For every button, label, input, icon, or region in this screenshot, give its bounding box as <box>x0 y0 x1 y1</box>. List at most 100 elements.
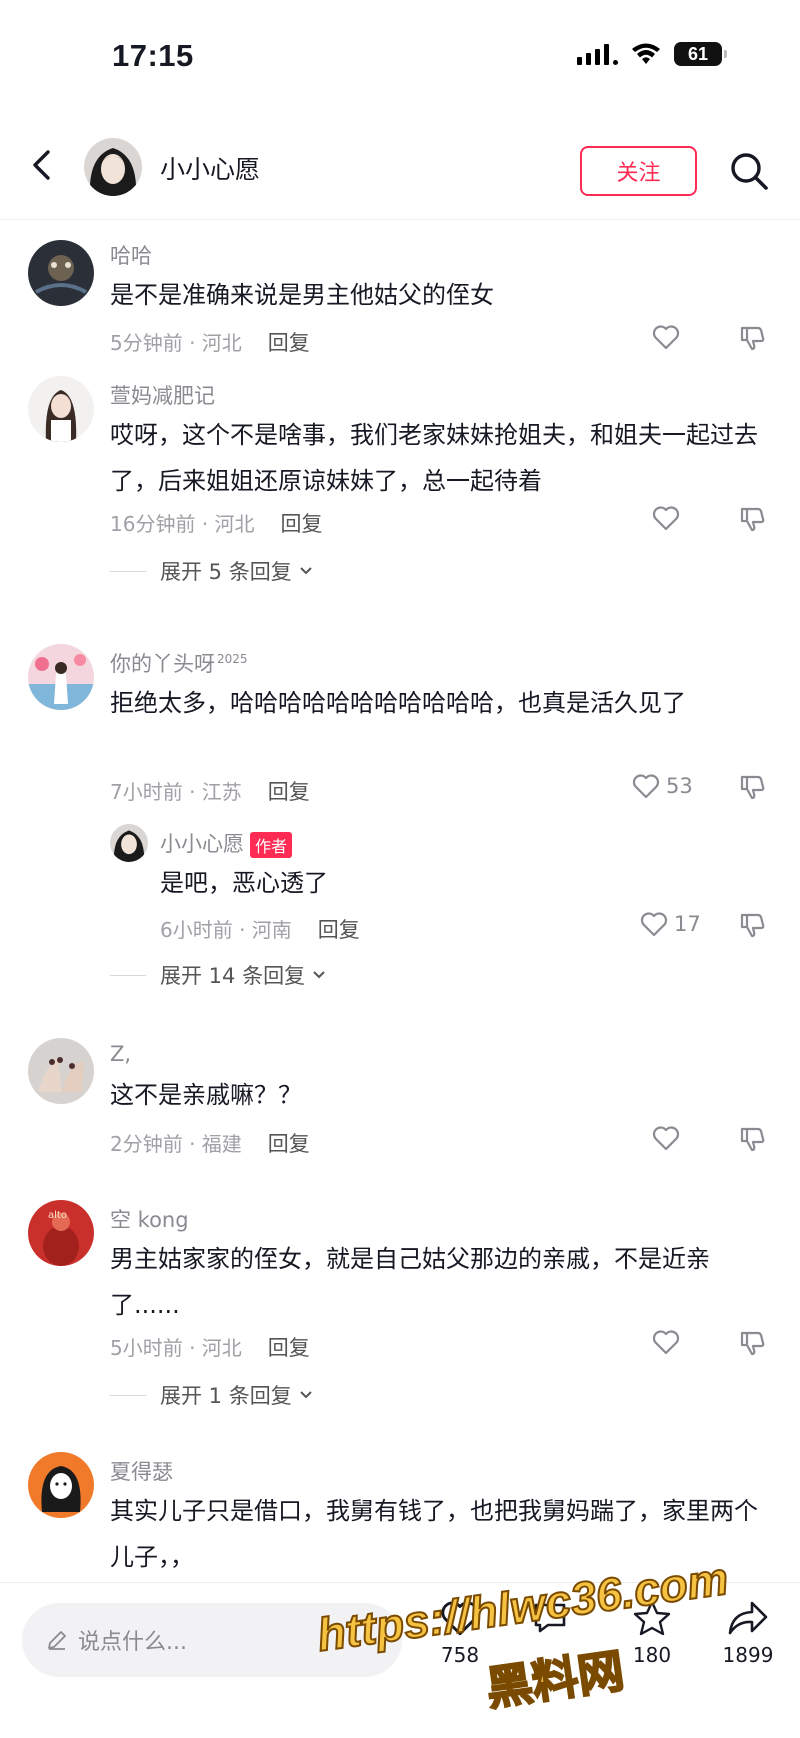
comment-action[interactable] <box>510 1599 590 1643</box>
comment-time: 5分钟前 · 河北 <box>110 331 242 355</box>
comment-username[interactable]: 夏得瑟 <box>110 1456 173 1486</box>
dislike-button[interactable] <box>738 1329 766 1357</box>
chevron-down-icon <box>300 567 312 575</box>
comment-item: 哈哈 是不是准确来说是男主他姑父的侄女 5分钟前 · 河北 回复 <box>0 220 800 355</box>
like-button[interactable] <box>652 324 680 350</box>
comment-input-placeholder: 说点什么... <box>78 1630 187 1655</box>
dislike-button[interactable] <box>738 324 766 352</box>
comment-text: 其实儿子只是借口，我舅有钱了，也把我舅妈踹了，家里两个儿子，， <box>110 1497 758 1571</box>
reply-button[interactable]: 回复 <box>318 918 360 942</box>
star-icon <box>633 1600 671 1636</box>
comment-username[interactable]: 萱妈减肥记 <box>110 380 215 410</box>
comment-item: Z, 这不是亲戚嘛？？ 2分钟前 · 福建 回复 <box>0 1038 800 1198</box>
avatar[interactable] <box>28 240 94 306</box>
avatar[interactable] <box>28 376 94 442</box>
comment-item: 萱妈减肥记 哎呀，这个不是啥事，我们老家妹妹抢姐夫，和姐夫一起过去了，后来姐姐还… <box>0 370 800 610</box>
battery-icon: 61 <box>674 42 727 66</box>
signal-icon <box>577 43 618 65</box>
comment-username[interactable]: 你的丫头呀 2025 <box>110 648 248 678</box>
like-button[interactable] <box>652 505 680 531</box>
reply-button[interactable]: 回复 <box>268 1132 310 1156</box>
expand-label: 展开 5 条回复 <box>160 560 292 584</box>
comment-input[interactable]: 说点什么... <box>22 1603 402 1677</box>
comment-meta: 16分钟前 · 河北 回复 <box>110 508 323 538</box>
heart-icon <box>652 325 680 350</box>
reply-button[interactable]: 回复 <box>268 1336 310 1360</box>
page-title[interactable]: 小小心愿 <box>160 150 260 186</box>
heart-icon <box>441 1601 479 1636</box>
comment-meta: 7小时前 · 江苏 回复 <box>110 776 310 806</box>
comment-text: 是不是准确来说是男主他姑父的侄女 <box>110 281 494 309</box>
comment-meta: 5分钟前 · 河北 回复 <box>110 327 310 357</box>
comment-item: 你的丫头呀 2025 拒绝太多，哈哈哈哈哈哈哈哈哈哈哈，也真是活久见了 7小时前 … <box>0 640 800 988</box>
share-count: 1899 <box>722 1643 774 1667</box>
like-button[interactable] <box>652 1329 680 1355</box>
reply-button[interactable]: 回复 <box>268 331 310 355</box>
reply-meta: 6小时前 · 河南 回复 <box>160 914 360 944</box>
expand-replies[interactable]: 展开 1 条回复 <box>110 1380 314 1410</box>
like-action[interactable]: 758 <box>420 1599 500 1667</box>
thumbs-down-icon <box>740 913 765 938</box>
reply-text: 是吧，恶心透了 <box>160 869 328 897</box>
avatar[interactable] <box>28 1038 94 1104</box>
comment-text: 男主姑家家的侄女，就是自己姑父那边的亲戚，不是近亲了...... <box>110 1245 710 1319</box>
status-icons: 61 <box>577 42 727 66</box>
like-count: 53 <box>666 774 693 798</box>
back-icon[interactable] <box>26 148 60 182</box>
status-time: 17:15 <box>112 38 194 73</box>
comment-time: 16分钟前 · 河北 <box>110 512 255 536</box>
like-count: 17 <box>674 912 701 936</box>
thumbs-down-icon <box>740 1127 765 1152</box>
comment-username[interactable]: 哈哈 <box>110 240 152 270</box>
favorite-count: 180 <box>632 1643 672 1667</box>
wifi-icon <box>632 43 660 64</box>
search-icon[interactable] <box>728 150 770 192</box>
svg-text:alto: alto <box>48 1210 67 1221</box>
comment-item: alto 空 kong 男主姑家家的侄女，就是自己姑父那边的亲戚，不是近亲了..… <box>0 1200 800 1440</box>
like-count: 758 <box>440 1643 480 1667</box>
share-icon <box>728 1601 768 1635</box>
comment-time: 5小时前 · 河北 <box>110 1336 242 1360</box>
dislike-button[interactable] <box>738 505 766 533</box>
comment-meta: 5小时前 · 河北 回复 <box>110 1332 310 1362</box>
comment-username[interactable]: Z, <box>110 1042 131 1066</box>
chevron-down-icon <box>313 971 325 979</box>
reply-time: 6小时前 · 河南 <box>160 918 292 942</box>
comment-item: 夏得瑟 其实儿子只是借口，我舅有钱了，也把我舅妈踹了，家里两个儿子，， <box>0 1452 800 1592</box>
comment-icon <box>534 1603 566 1633</box>
comment-meta: 2分钟前 · 福建 回复 <box>110 1128 310 1158</box>
reply-button[interactable]: 回复 <box>281 512 323 536</box>
expand-replies[interactable]: 展开 5 条回复 <box>110 556 314 586</box>
comment-username[interactable]: 空 kong <box>110 1204 189 1234</box>
avatar[interactable] <box>28 644 94 710</box>
like-button[interactable]: 53 <box>632 773 693 799</box>
battery-level: 61 <box>687 43 709 64</box>
bottom-bar: 说点什么... 758 180 1899 <box>0 1582 800 1738</box>
expand-label: 展开 1 条回复 <box>160 1384 292 1408</box>
follow-button[interactable]: 关注 <box>580 146 697 196</box>
share-action[interactable]: 1899 <box>708 1599 788 1667</box>
like-button[interactable]: 17 <box>640 911 701 937</box>
pencil-icon <box>48 1631 66 1650</box>
thumbs-down-icon <box>740 1331 765 1356</box>
avatar[interactable] <box>110 824 148 862</box>
expand-label: 展开 14 条回复 <box>160 964 306 988</box>
comment-username-text: 你的丫头呀 <box>110 652 215 676</box>
chevron-down-icon <box>300 1391 312 1399</box>
reply-button[interactable]: 回复 <box>268 780 310 804</box>
thumbs-down-icon <box>740 507 765 532</box>
avatar[interactable] <box>84 138 142 196</box>
favorite-action[interactable]: 180 <box>612 1599 692 1667</box>
thumbs-down-icon <box>740 775 765 800</box>
dislike-button[interactable] <box>738 1125 766 1153</box>
expand-replies[interactable]: 展开 14 条回复 <box>110 960 327 990</box>
header: 小小心愿 关注 <box>0 110 800 220</box>
avatar[interactable] <box>28 1452 94 1518</box>
comment-text: 这不是亲戚嘛？？ <box>110 1081 302 1109</box>
like-button[interactable] <box>652 1125 680 1151</box>
comment-time: 2分钟前 · 福建 <box>110 1132 242 1156</box>
reply-username[interactable]: 小小心愿 作者 <box>160 828 293 858</box>
dislike-button[interactable] <box>738 911 766 939</box>
avatar[interactable]: alto <box>28 1200 94 1266</box>
dislike-button[interactable] <box>738 773 766 801</box>
